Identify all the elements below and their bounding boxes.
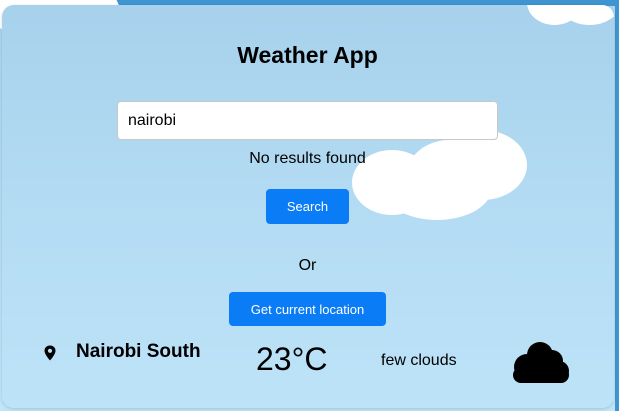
window-right-border	[615, 0, 619, 411]
or-divider-text: Or	[298, 257, 317, 274]
temperature-value: 23°C	[256, 341, 328, 377]
app-title: Weather App	[237, 42, 378, 68]
get-current-location-button[interactable]: Get current location	[229, 292, 386, 326]
map-pin-icon	[44, 345, 56, 361]
search-button[interactable]: Search	[266, 189, 349, 224]
city-search-input[interactable]	[117, 101, 498, 140]
cloud-icon	[513, 342, 569, 383]
location-name: Nairobi South	[76, 341, 201, 362]
search-status-message: No results found	[249, 150, 366, 167]
weather-description: few clouds	[381, 352, 457, 369]
